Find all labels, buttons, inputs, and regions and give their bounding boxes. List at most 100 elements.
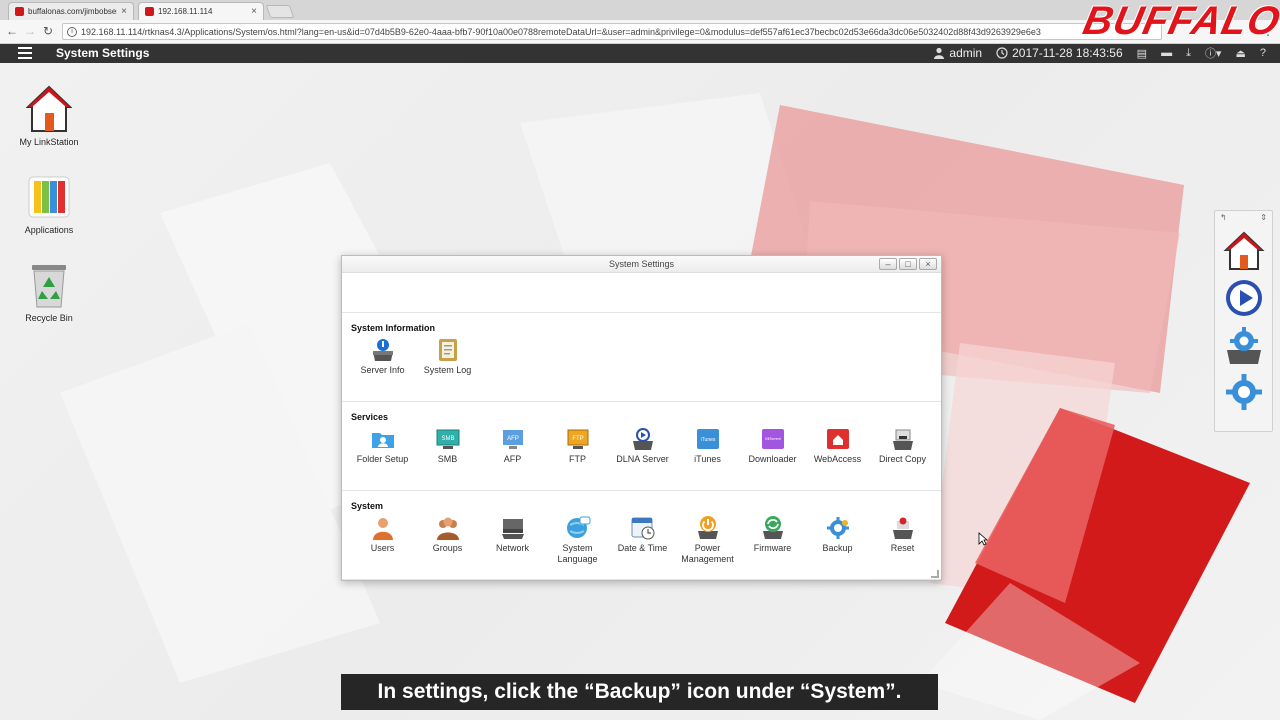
setting-label: Backup [822,543,853,553]
reload-icon[interactable]: ↻ [40,24,56,38]
setting-dlna-server[interactable]: DLNA Server [610,426,675,465]
setting-label: Groups [432,543,463,553]
browser-tab-1[interactable]: buffalonas.com/jimbobserv × [8,2,134,20]
browser-tab-title: 192.168.11.114 [158,7,213,16]
setting-date-time[interactable]: Date & Time [610,515,675,565]
close-icon[interactable]: × [121,6,127,17]
smb-icon: SMB [436,429,459,449]
setting-label: Downloader [748,454,797,464]
datetime-display: 2017-11-28 18:43:56 [996,46,1123,60]
url-text: 192.168.11.114/rtknas4.3/Applications/Sy… [81,26,1041,37]
dock-item-storage-settings[interactable] [1223,324,1265,366]
setting-folder-setup[interactable]: Folder Setup [350,426,415,465]
setting-groups[interactable]: Groups [415,515,480,565]
close-button[interactable]: × [919,258,937,270]
downloader-icon: BitTorrent [761,429,784,449]
info-menu-icon[interactable]: ⓘ▾ [1205,45,1222,61]
recycle-bin-icon [32,265,66,308]
minimize-button[interactable]: – [879,258,897,270]
setting-downloader[interactable]: BitTorrent Downloader [740,426,805,465]
setting-direct-copy[interactable]: Direct Copy [870,426,935,465]
setting-label: Reset [890,543,915,553]
eject-icon[interactable]: ⏏ [1235,47,1245,60]
section-system: System Users Groups Network System Langu… [342,491,941,580]
gear-icon [1225,374,1262,410]
setting-label: Folder Setup [356,454,409,464]
setting-server-info[interactable]: Server Info [350,337,415,376]
section-system-information: System Information Server Info System Lo… [342,313,941,402]
ftp-icon: FTP [567,429,588,449]
users-icon [372,518,393,540]
setting-webaccess[interactable]: WebAccess [805,426,870,465]
applications-icon [28,176,70,218]
back-arrow-icon[interactable]: ← [4,24,20,38]
storage-gear-icon [1226,327,1261,364]
window-resize-handle[interactable] [931,570,939,578]
setting-system-language[interactable]: System Language [545,515,610,565]
hamburger-menu-icon[interactable] [18,47,32,59]
dock-pin-icon[interactable]: ⇕ [1260,213,1267,223]
setting-label: WebAccess [813,454,862,464]
home-icon [1222,231,1265,270]
setting-network[interactable]: Network [480,515,545,565]
new-tab-button[interactable] [265,5,295,18]
svg-text:iTunes: iTunes [700,437,715,443]
download-icon[interactable]: ⤓ [1186,47,1191,60]
setting-users[interactable]: Users [350,515,415,565]
clock-icon [996,47,1008,59]
setting-label: Server Info [360,365,405,375]
dock-item-home[interactable] [1222,230,1265,272]
dlna-icon [632,428,653,450]
server-info-icon [372,339,393,361]
window-title-bar[interactable]: System Settings – □ × [342,256,941,273]
setting-backup[interactable]: Backup [805,515,870,565]
desktop-icon-label: Recycle Bin [25,313,73,323]
section-services: Services Folder Setup SMB SMB AFP AFP FT… [342,402,941,491]
drive-icon[interactable]: ▬ [1161,47,1172,59]
setting-ftp[interactable]: FTP FTP [545,426,610,465]
dock-back-icon[interactable]: ↰ [1220,213,1227,223]
system-log-icon [438,339,457,361]
info-icon[interactable]: i [67,26,77,37]
itunes-icon: iTunes [696,429,719,449]
close-icon[interactable]: × [251,6,257,17]
setting-firmware[interactable]: Firmware [740,515,805,565]
section-title: Services [351,412,389,422]
section-title: System [351,501,384,511]
svg-text:FTP: FTP [572,436,583,442]
webaccess-icon [826,429,849,449]
setting-label: Firmware [753,543,792,553]
forward-arrow-icon[interactable]: → [22,24,38,38]
notepad-icon[interactable]: ▤ [1137,47,1147,60]
setting-smb[interactable]: SMB SMB [415,426,480,465]
buffalo-favicon-icon [145,7,154,16]
maximize-button[interactable]: □ [899,258,917,270]
video-subtitle: In settings, click the “Backup” icon und… [341,674,938,710]
datetime-text: 2017-11-28 18:43:56 [1012,46,1123,60]
desktop-icon-applications[interactable]: Applications [0,173,98,235]
svg-text:BitTorrent: BitTorrent [765,437,780,441]
user-name: admin [949,46,983,60]
setting-power-management[interactable]: Power Management [675,515,740,565]
setting-reset[interactable]: Reset [870,515,935,565]
setting-system-log[interactable]: System Log [415,337,480,376]
setting-label: SMB [437,454,458,464]
desktop-icon-recycle-bin[interactable]: Recycle Bin [0,261,98,323]
window-title: System Settings [608,259,675,269]
date-time-icon [631,517,654,540]
desktop-icon-my-linkstation[interactable]: My LinkStation [0,85,98,147]
afp-icon: AFP [502,430,523,449]
setting-itunes[interactable]: iTunes iTunes [675,426,740,465]
url-input[interactable]: i 192.168.11.114/rtknas4.3/Applications/… [62,23,1162,40]
page-title: System Settings [56,46,150,60]
system-settings-window: System Settings – □ × System Information… [341,255,942,581]
setting-afp[interactable]: AFP AFP [480,426,545,465]
user-menu[interactable]: admin [933,46,982,60]
dock-item-media-player[interactable] [1223,277,1265,319]
browser-tab-2[interactable]: 192.168.11.114 × [138,2,264,20]
reset-icon [892,517,913,539]
help-icon[interactable]: ? [1260,47,1266,59]
setting-label: FTP [569,454,586,464]
setting-label: System Log [423,365,472,375]
dock-item-settings[interactable] [1223,371,1265,413]
